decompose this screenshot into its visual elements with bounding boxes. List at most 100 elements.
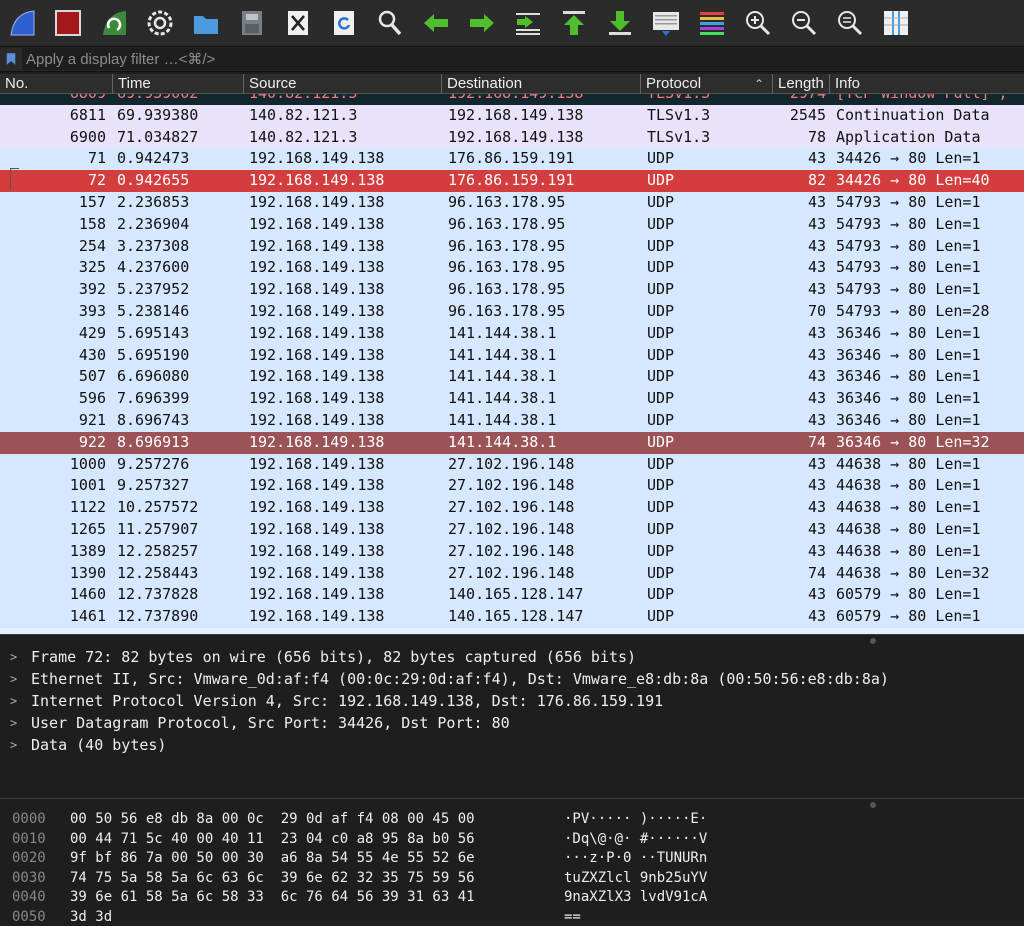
packet-row[interactable]: 1265 11.257907 192.168.149.138 27.102.196.1… — [0, 519, 1024, 541]
packet-len-cell: 74 — [807, 563, 826, 582]
packet-row[interactable]: 72 0.942655 192.168.149.138 176.86.159.191 U… — [0, 170, 1024, 192]
packet-no-cell: 1389 — [69, 541, 106, 560]
hex-bytes[interactable]: 3d 3d — [70, 908, 112, 926]
hex-offset[interactable]: 0010 — [12, 830, 46, 850]
packet-row[interactable]: 6809 69.939002 140.82.121.3 192.168.149.138… — [0, 94, 1024, 105]
hex-ascii[interactable]: == — [564, 908, 581, 926]
go-forward-button[interactable] — [464, 5, 500, 41]
hex-ascii[interactable]: ·PV····· )·····E· — [564, 810, 707, 830]
packet-len-cell: 43 — [807, 214, 826, 233]
packet-row[interactable]: 596 7.696399 192.168.149.138 141.144.38.1 UD… — [0, 388, 1024, 410]
packet-row[interactable]: 392 5.237952 192.168.149.138 96.163.178.95 U… — [0, 279, 1024, 301]
close-file-button[interactable] — [280, 5, 316, 41]
hex-offset[interactable]: 0050 — [12, 908, 46, 926]
hex-offset[interactable]: 0030 — [12, 869, 46, 889]
packet-row[interactable]: 1000 9.257276 192.168.149.138 27.102.196.14… — [0, 453, 1024, 476]
packet-dst-cell: 141.144.38.1 — [448, 323, 557, 342]
capture-options-button[interactable] — [142, 5, 178, 41]
restart-capture-button[interactable] — [96, 5, 132, 41]
packet-row[interactable]: 158 2.236904 192.168.149.138 96.163.178.95 U… — [0, 213, 1024, 236]
hex-bytes[interactable]: 00 50 56 e8 db 8a 00 0c 29 0d af f4 08 0… — [70, 810, 475, 830]
stop-capture-button[interactable] — [50, 5, 86, 41]
hex-offset[interactable]: 0040 — [12, 888, 46, 908]
hex-offset[interactable]: 0020 — [12, 849, 46, 869]
packet-time-cell: 7.696399 — [117, 389, 190, 408]
packet-row[interactable]: 1122 10.257572 192.168.149.138 27.102.196.1… — [0, 497, 1024, 519]
column-header-info[interactable]: Info — [829, 74, 1024, 94]
pane-splitter[interactable] — [0, 634, 1024, 646]
packet-row[interactable]: 429 5.695143 192.168.149.138 141.144.38.1 UD… — [0, 322, 1024, 345]
packet-info-cell: 44638 → 80 Len=1 — [836, 476, 981, 495]
column-header-destination[interactable]: Destination — [441, 74, 640, 94]
hex-bytes[interactable]: 74 75 5a 58 5a 6c 63 6c 39 6e 62 32 35 7… — [70, 869, 475, 889]
hex-bytes[interactable]: 39 6e 61 58 5a 6c 58 33 6c 76 64 56 39 3… — [70, 888, 475, 908]
colorize-button[interactable] — [694, 5, 730, 41]
packet-row[interactable]: 1389 12.258257 192.168.149.138 27.102.196.1… — [0, 540, 1024, 563]
filter-bookmark-button[interactable] — [0, 48, 22, 70]
pane-splitter[interactable] — [0, 798, 1024, 808]
packet-row[interactable]: 6811 69.939380 140.82.121.3 192.168.149.138… — [0, 104, 1024, 127]
packet-time-cell: 12.258257 — [117, 541, 199, 560]
packet-no-cell: 6900 — [69, 127, 106, 146]
packet-row[interactable]: 1460 12.737828 192.168.149.138 140.165.128.… — [0, 584, 1024, 607]
packet-row[interactable]: 921 8.696743 192.168.149.138 141.144.38.1 UD… — [0, 410, 1024, 432]
open-file-button[interactable] — [188, 5, 224, 41]
packet-proto-cell: UDP — [647, 607, 675, 626]
packet-dst-cell: 96.163.178.95 — [448, 302, 566, 320]
hex-offset[interactable]: 0000 — [12, 810, 46, 830]
go-back-button[interactable] — [418, 5, 454, 41]
packet-src-cell: 140.82.121.3 — [249, 127, 358, 146]
go-first-packet-button[interactable] — [556, 5, 592, 41]
normal-size-button[interactable] — [832, 5, 868, 41]
packet-proto-cell: UDP — [647, 432, 675, 451]
column-header-no[interactable]: No. — [0, 74, 112, 94]
hex-ascii[interactable]: ···z·P·0 ··TUNURn — [564, 849, 707, 869]
chevron-right-icon[interactable]: > — [10, 646, 17, 668]
hex-ascii[interactable]: tuZXZlcl 9nb25uYV — [564, 869, 707, 889]
packet-len-cell: 2545 — [789, 105, 826, 124]
zoom-in-button[interactable] — [740, 5, 776, 41]
hex-ascii[interactable]: ·Dq\@·@· #······V — [564, 830, 707, 850]
chevron-right-icon[interactable]: > — [10, 690, 17, 712]
display-filter-input[interactable] — [22, 48, 1024, 70]
packet-row[interactable]: 507 6.696080 192.168.149.138 141.144.38.1 UD… — [0, 366, 1024, 389]
start-capture-button[interactable] — [4, 5, 40, 41]
find-packet-button[interactable] — [372, 5, 408, 41]
save-file-button[interactable] — [234, 5, 270, 41]
packet-info-cell: Continuation Data — [836, 105, 990, 124]
go-to-packet-button[interactable] — [510, 5, 546, 41]
packet-row[interactable]: 1001 9.257327 192.168.149.138 27.102.196.14… — [0, 475, 1024, 498]
zoom-out-button[interactable] — [786, 5, 822, 41]
packet-row[interactable]: 157 2.236853 192.168.149.138 96.163.178.95 U… — [0, 192, 1024, 214]
packet-row[interactable]: 325 4.237600 192.168.149.138 96.163.178.95 U… — [0, 257, 1024, 280]
packet-row[interactable]: 1461 12.737890 192.168.149.138 140.165.128.… — [0, 606, 1024, 628]
column-header-time[interactable]: Time — [112, 74, 243, 94]
chevron-right-icon[interactable]: > — [10, 712, 17, 734]
column-header-length[interactable]: Length — [772, 74, 829, 94]
hex-bytes[interactable]: 9f bf 86 7a 00 50 00 30 a6 8a 54 55 4e 5… — [70, 849, 475, 869]
packet-len-cell: 74 — [807, 432, 826, 451]
packet-row[interactable]: 393 5.238146 192.168.149.138 96.163.178.95 U… — [0, 301, 1024, 323]
resize-columns-button[interactable] — [878, 5, 914, 41]
hex-ascii[interactable]: 9naXZlX3 lvdV91cA — [564, 888, 707, 908]
go-forward-arrow-icon — [470, 14, 494, 32]
splitter-handle[interactable] — [870, 638, 876, 644]
packet-list[interactable]: 6809 69.939002 140.82.121.3 192.168.149.138… — [0, 94, 1024, 634]
packet-proto-cell: TLSv1.3 — [647, 127, 711, 146]
packet-row[interactable]: 254 3.237308 192.168.149.138 96.163.178.95 U… — [0, 235, 1024, 258]
packet-row[interactable]: 1390 12.258443 192.168.149.138 27.102.196.1… — [0, 562, 1024, 585]
packet-row[interactable]: 6900 71.034827 140.82.121.3 192.168.149.138… — [0, 126, 1024, 149]
packet-row[interactable]: 430 5.695190 192.168.149.138 141.144.38.1 UD… — [0, 344, 1024, 367]
find-packet-magnifier-icon — [378, 10, 402, 36]
chevron-right-icon[interactable]: > — [10, 734, 17, 756]
packet-row[interactable]: 71 0.942473 192.168.149.138 176.86.159.191 U… — [0, 148, 1024, 171]
packet-time-cell: 2.236853 — [117, 193, 190, 211]
column-header-protocol[interactable]: Protocol — [640, 74, 772, 94]
go-last-packet-button[interactable] — [602, 5, 638, 41]
packet-row[interactable]: 922 8.696913 192.168.149.138 141.144.38.1 UD… — [0, 431, 1024, 454]
hex-bytes[interactable]: 00 44 71 5c 40 00 40 11 23 04 c0 a8 95 8… — [70, 830, 475, 850]
chevron-right-icon[interactable]: > — [10, 668, 17, 690]
column-header-source[interactable]: Source — [243, 74, 441, 94]
auto-scroll-button[interactable] — [648, 5, 684, 41]
reload-file-button[interactable] — [326, 5, 362, 41]
